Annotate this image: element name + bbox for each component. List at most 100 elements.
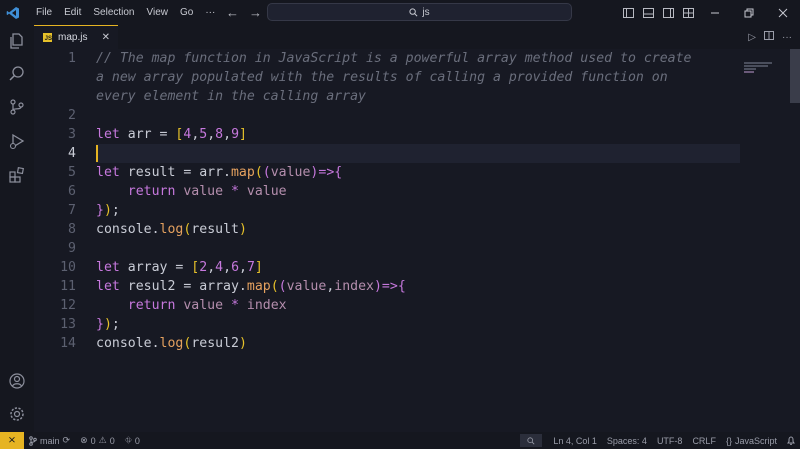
code-line[interactable]: 12 return value * index	[34, 296, 754, 315]
vertical-scrollbar[interactable]	[790, 49, 800, 103]
code-token: console.	[96, 336, 160, 351]
toggle-primary-sidebar-icon[interactable]	[618, 0, 638, 25]
code-line[interactable]: 4	[34, 144, 754, 163]
code-line[interactable]: a new array populated with the results o…	[34, 68, 754, 87]
code-line[interactable]: 8 console.log(result)	[34, 220, 754, 239]
code-token: {	[334, 165, 343, 180]
ports-icon: ⛗	[124, 435, 132, 445]
error-count: 0	[90, 435, 96, 446]
sync-icon[interactable]: ⟳	[63, 435, 71, 446]
code-line[interactable]: 11 let resul2 = array.map((value,index)=>…	[34, 277, 754, 296]
command-center-search[interactable]: js	[267, 3, 572, 21]
notifications-icon[interactable]	[782, 432, 800, 449]
code-line[interactable]: 6 return value * value	[34, 182, 754, 201]
menu-item-go[interactable]: Go	[174, 0, 199, 25]
branch-status[interactable]: main ⟳	[24, 432, 75, 449]
menu-item-selection[interactable]: Selection	[87, 0, 140, 25]
more-actions-icon[interactable]: ···	[782, 32, 792, 43]
code-line[interactable]: 9	[34, 239, 754, 258]
menu-more-icon[interactable]: ···	[199, 0, 221, 25]
code-line[interactable]: 13});	[34, 315, 754, 334]
line-number: 9	[68, 241, 76, 256]
code-token: ,	[207, 260, 216, 275]
code-token: resul2 = array.	[119, 279, 247, 294]
code-token: value	[238, 184, 287, 199]
code-line[interactable]: 10 let array = [2,4,6,7]	[34, 258, 754, 277]
menu-item-view[interactable]: View	[141, 0, 175, 25]
explorer-icon[interactable]	[0, 27, 34, 55]
menu-item-edit[interactable]: Edit	[58, 0, 87, 25]
code-token: *	[230, 184, 239, 199]
error-icon: ⊗	[80, 435, 88, 445]
remote-indicator-icon[interactable]: ⨯	[0, 432, 24, 449]
zoom-icon[interactable]	[520, 434, 543, 447]
code-token: )	[103, 317, 112, 332]
editor-actions: ▷ ···	[748, 25, 792, 49]
line-code: let resul2 = array.map((value,index)=>{	[96, 277, 406, 296]
line-number: 7	[68, 203, 76, 218]
code-line[interactable]: 14 console.log(resul2)	[34, 334, 754, 353]
code-token: (	[254, 165, 263, 180]
toggle-panel-icon[interactable]	[638, 0, 658, 25]
menu-item-file[interactable]: File	[30, 0, 58, 25]
tab-map-js[interactable]: JS map.js ✕	[34, 25, 118, 49]
branch-name: main	[40, 435, 60, 446]
code-token: value	[175, 298, 231, 313]
code-token: let	[96, 127, 120, 142]
language-label: JavaScript	[734, 435, 777, 446]
run-code-icon[interactable]: ▷	[748, 32, 756, 43]
code-token: console.	[96, 222, 160, 237]
run-debug-icon[interactable]	[0, 127, 34, 155]
code-editor[interactable]: 1 // The map function in JavaScript is a …	[34, 49, 790, 432]
search-icon[interactable]	[0, 60, 34, 88]
back-arrow-icon[interactable]: ←	[226, 5, 239, 20]
text-cursor	[96, 145, 98, 162]
account-icon[interactable]	[0, 367, 34, 395]
code-line[interactable]: 3 let arr = [4,5,8,9]	[34, 125, 754, 144]
code-token: index	[238, 298, 287, 313]
warning-icon: ⚠	[98, 435, 107, 445]
vscode-logo-icon	[6, 6, 20, 20]
encoding[interactable]: UTF-8	[652, 432, 688, 449]
end-of-line[interactable]: CRLF	[687, 432, 721, 449]
code-token: ;	[111, 317, 120, 332]
code-token: let	[96, 279, 120, 294]
javascript-file-icon: JS	[43, 33, 52, 42]
code-token: array =	[119, 260, 192, 275]
code-line[interactable]: 1 // The map function in JavaScript is a …	[34, 49, 754, 68]
code-token: )	[103, 203, 112, 218]
minimize-window-icon[interactable]	[698, 0, 732, 25]
close-window-icon[interactable]	[766, 0, 800, 25]
ports-status[interactable]: ⛗ 0	[120, 432, 145, 449]
minimap[interactable]	[744, 62, 774, 76]
ports-count: 0	[134, 435, 140, 446]
code-line[interactable]: 5 let result = arr.map((value)=>{	[34, 163, 754, 182]
close-icon[interactable]: ✕	[102, 32, 110, 43]
code-token: // The map function in JavaScript is a p…	[96, 51, 692, 66]
code-line[interactable]: 7});	[34, 201, 754, 220]
code-line[interactable]: every element in the calling array	[34, 87, 754, 106]
activity-bar	[0, 25, 34, 432]
split-editor-icon[interactable]	[764, 31, 774, 43]
problems-status[interactable]: ⊗ 0 ⚠ 0	[75, 432, 120, 449]
navigation-arrows: ← →	[226, 0, 262, 25]
code-line[interactable]: 2	[34, 106, 754, 125]
line-code: });	[96, 315, 120, 334]
indentation[interactable]: Spaces: 4	[602, 432, 652, 449]
restore-window-icon[interactable]	[732, 0, 766, 25]
line-code: let arr = [4,5,8,9]	[96, 125, 247, 144]
code-token: }	[96, 317, 104, 332]
settings-gear-icon[interactable]	[0, 400, 34, 428]
source-control-icon[interactable]	[0, 93, 34, 121]
code-token: *	[230, 298, 239, 313]
customize-layout-icon[interactable]	[678, 0, 698, 25]
cursor-position[interactable]: Ln 4, Col 1	[548, 432, 602, 449]
toggle-secondary-sidebar-icon[interactable]	[658, 0, 678, 25]
language-mode[interactable]: {} JavaScript	[721, 432, 782, 449]
tab-bar: JS map.js ✕ ▷ ···	[34, 25, 800, 49]
code-token: )	[238, 336, 247, 351]
code-token: }	[96, 203, 104, 218]
line-number: 6	[68, 184, 76, 199]
extensions-icon[interactable]	[0, 161, 34, 189]
forward-arrow-icon[interactable]: →	[249, 5, 262, 20]
